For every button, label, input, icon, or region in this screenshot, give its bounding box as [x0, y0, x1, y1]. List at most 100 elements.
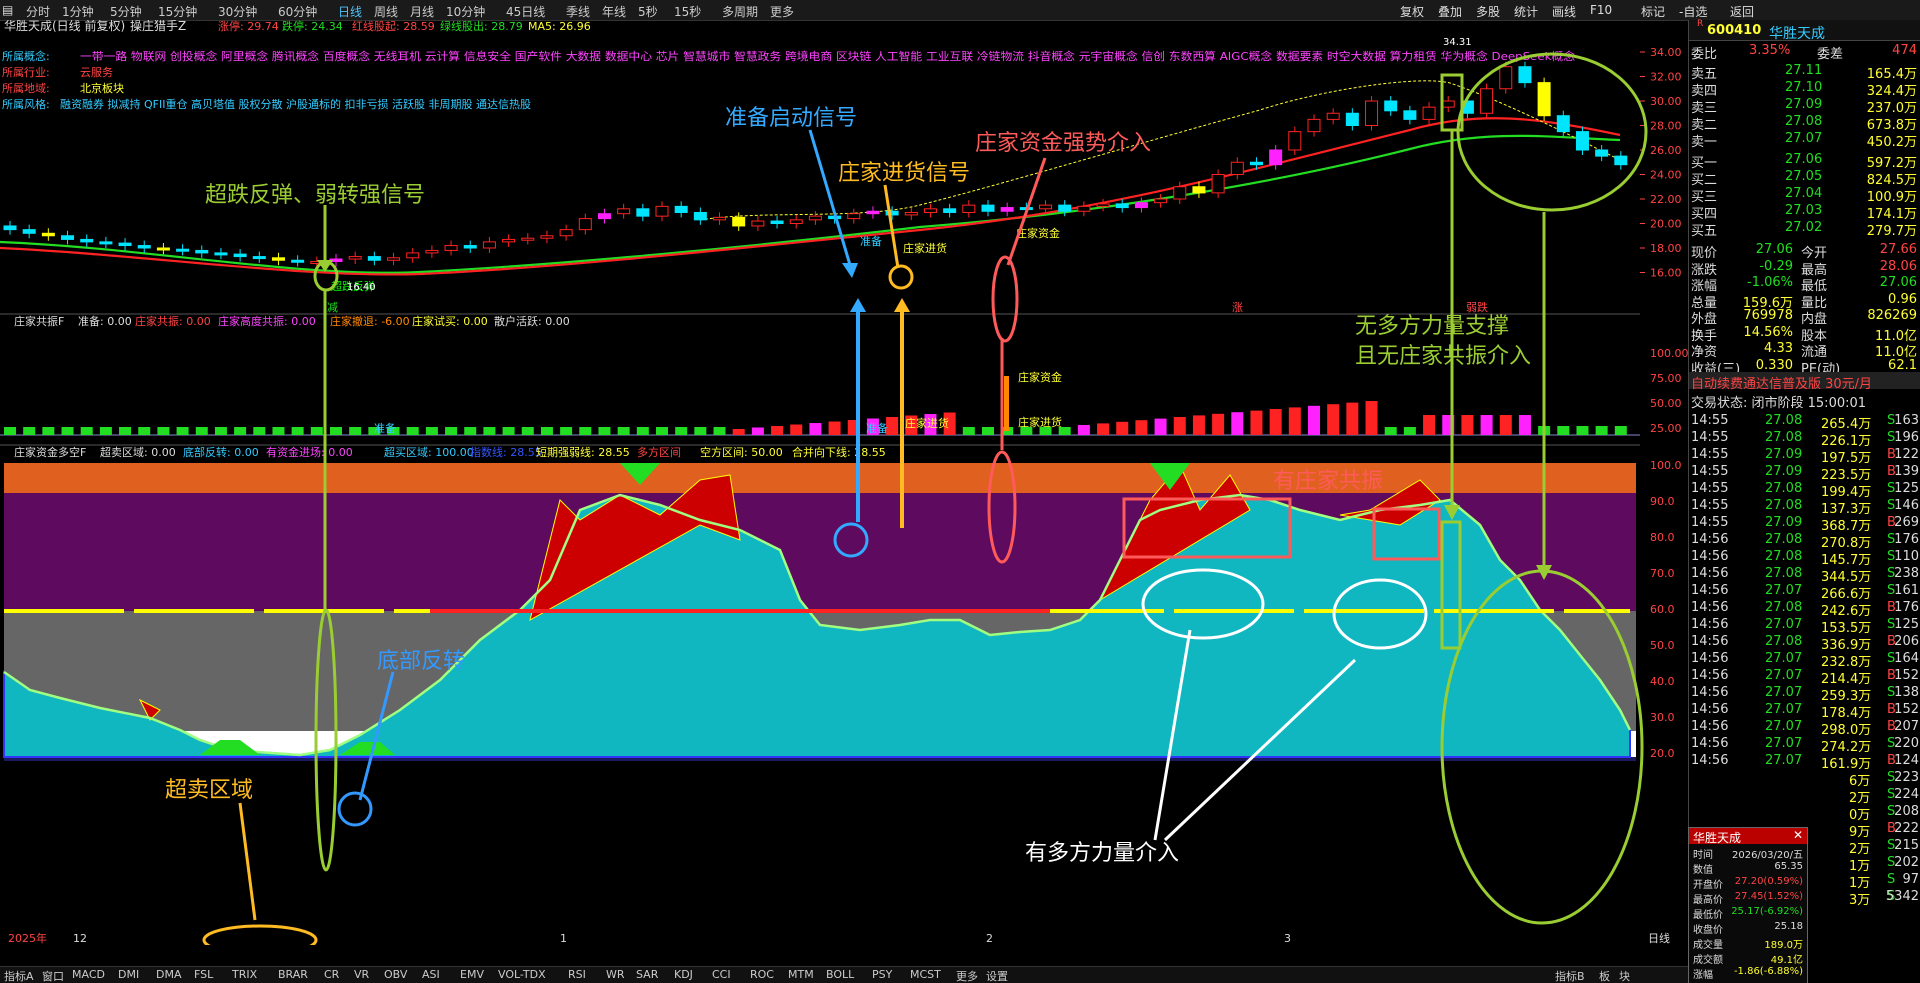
- sub2-tick: 70.0: [1650, 567, 1675, 580]
- indicator-tab-16[interactable]: SAR: [636, 968, 658, 981]
- sub1-prepare-mark: 准备: [374, 421, 396, 435]
- toolbar-btn-0[interactable]: 复权: [1400, 3, 1424, 20]
- close-icon[interactable]: ✕: [1793, 828, 1803, 842]
- tab-11[interactable]: 季线: [566, 3, 590, 20]
- tab-9[interactable]: 10分钟: [446, 3, 485, 20]
- indicator-tab-18[interactable]: CCI: [712, 968, 731, 981]
- tab-1[interactable]: 1分钟: [62, 3, 94, 20]
- sub1-bar: [61, 427, 74, 435]
- candle-body: [1230, 161, 1244, 175]
- chart-area[interactable]: 华胜天成(日线 前复权) 操庄猎手Z 涨停: 29.74 跌停: 24.34 红…: [0, 20, 1688, 945]
- toolbar-btn-5[interactable]: F10: [1590, 3, 1612, 17]
- indicator-tab-1[interactable]: 窗口: [42, 968, 64, 983]
- tab-14[interactable]: 15秒: [674, 3, 701, 20]
- price-tick: 26.00: [1650, 144, 1682, 157]
- candle-body: [578, 218, 592, 231]
- indicator-tab-23[interactable]: MCST: [910, 968, 941, 981]
- candle-body: [367, 256, 381, 261]
- sub1-bar: [617, 427, 630, 435]
- x-year: 2025年: [8, 931, 47, 945]
- indicator-tab-14[interactable]: RSI: [568, 968, 586, 981]
- indicator-tab-19[interactable]: ROC: [750, 968, 774, 981]
- tab-7[interactable]: 周线: [374, 3, 398, 20]
- indicator-tab-15[interactable]: WR: [606, 968, 625, 981]
- indicator-tab-22[interactable]: PSY: [872, 968, 892, 981]
- indicator-tab-21[interactable]: BOLL: [826, 968, 854, 981]
- tab-5[interactable]: 60分钟: [278, 3, 317, 20]
- ann5-top-ellipse: [1456, 52, 1648, 212]
- candle-body: [406, 252, 420, 259]
- ann3-arrow: [883, 184, 900, 269]
- indicator-tab-7[interactable]: BRAR: [278, 968, 308, 981]
- indicator-tab-3[interactable]: DMI: [118, 968, 139, 981]
- sub1-bar: [291, 427, 304, 435]
- indicator-tab-13[interactable]: VOL-TDX: [498, 968, 546, 981]
- tab-12[interactable]: 年线: [602, 3, 626, 20]
- indicator-tab-20[interactable]: MTM: [788, 968, 814, 981]
- tick-row: 14:56 27.07 274.2万 S 220: [1691, 736, 1919, 755]
- tick-row: 14:56 27.07 232.8万 S 164: [1691, 651, 1919, 670]
- candle-body: [1403, 110, 1417, 120]
- tab-4[interactable]: 30分钟: [218, 3, 257, 20]
- indicator-tab-5[interactable]: FSL: [194, 968, 213, 981]
- tab-16[interactable]: 更多: [770, 3, 794, 20]
- sub1-bar: [1135, 420, 1148, 435]
- indicator-tab-25[interactable]: 设置: [986, 968, 1008, 983]
- candle-body: [789, 219, 803, 224]
- indicator-tab-9[interactable]: VR: [354, 968, 369, 981]
- tick-row: 14:55 27.08 199.4万 S 125: [1691, 481, 1919, 500]
- tab-13[interactable]: 5秒: [638, 3, 658, 20]
- candle-body: [118, 242, 132, 247]
- menu-icon[interactable]: ▤: [2, 3, 13, 17]
- stat-row: 涨幅 -1.06% 最低 27.06: [1691, 275, 1917, 294]
- tab-0[interactable]: 分时: [26, 3, 50, 20]
- indicator-tab-4[interactable]: DMA: [156, 968, 182, 981]
- indicator-tab-6[interactable]: TRIX: [232, 968, 257, 981]
- popup-row: 最低价 25.17(-6.92%): [1693, 906, 1803, 921]
- tab-3[interactable]: 15分钟: [158, 3, 197, 20]
- sub1-resonance: 庄家共振: 0.00: [135, 314, 211, 328]
- concept-label: 所属概念:: [2, 49, 50, 63]
- toolbar-btn-6[interactable]: 标记: [1641, 3, 1665, 20]
- indicator-tab-0[interactable]: 指标A: [4, 968, 34, 983]
- toolbar-btn-7[interactable]: -自选: [1679, 3, 1707, 20]
- indicator-tab-10[interactable]: OBV: [384, 968, 407, 981]
- indicator-tab-11[interactable]: ASI: [422, 968, 440, 981]
- indicator-tab-12[interactable]: EMV: [460, 968, 484, 981]
- ad-banner[interactable]: 自动续费通达信普及版 30元/月: [1689, 372, 1920, 392]
- indicator-tab-24[interactable]: 更多: [956, 968, 978, 983]
- sub1-bar: [694, 427, 707, 435]
- indicator-tab-8[interactable]: CR: [324, 968, 339, 981]
- sub1-tick: 100.00: [1650, 347, 1688, 360]
- candle-body: [1288, 131, 1302, 151]
- concept-list: 一带一路 物联网 创投概念 阿里概念 腾讯概念 百度概念 无线耳机 云计算 信息…: [80, 49, 1575, 63]
- candle-body: [597, 213, 611, 220]
- tab-15[interactable]: 多周期: [722, 3, 758, 20]
- main-header: 华胜天成(日线 前复权) 操庄猎手Z 涨停: 29.74 跌停: 24.34 红…: [4, 20, 591, 33]
- tab-8[interactable]: 月线: [410, 3, 434, 20]
- sub2-header: 庄家资金多空F 超卖区域: 0.00 底部反转: 0.00 有资金进场: 0.0…: [14, 445, 886, 459]
- ann-strong-capital: 庄家资金强势介入: [975, 131, 1151, 156]
- popup-row: 最高价 27.45(1.52%): [1693, 891, 1803, 906]
- price-tick: 22.00: [1650, 193, 1682, 206]
- tab-10[interactable]: 45日线: [506, 3, 545, 20]
- toolbar-btn-1[interactable]: 叠加: [1438, 3, 1462, 20]
- indicator-b-tab-1[interactable]: 板: [1599, 968, 1610, 983]
- top-toolbar: 分时 1分钟 5分钟 15分钟 30分钟 60分钟 日线 周线 月线 10分钟 45日线 季线 年线 5秒…: [0, 0, 1920, 21]
- indicator-b-tab-2[interactable]: 块: [1619, 968, 1630, 983]
- tab-2[interactable]: 5分钟: [110, 3, 142, 20]
- sub2-bear-zone: 空方区间: 50.00: [700, 445, 783, 459]
- indicator-tab-17[interactable]: KDJ: [674, 968, 693, 981]
- toolbar-btn-2[interactable]: 多股: [1476, 3, 1500, 20]
- green-line-value: 绿线股出: 28.79: [440, 20, 523, 33]
- tick-tail-row: 2万 S 224: [1849, 787, 1919, 806]
- toolbar-btn-8[interactable]: 返回: [1730, 3, 1754, 20]
- indicator-tab-2[interactable]: MACD: [72, 968, 105, 981]
- toolbar-btn-3[interactable]: 统计: [1514, 3, 1538, 20]
- tab-6[interactable]: 日线: [338, 3, 362, 20]
- candle-body: [713, 216, 727, 221]
- indicator-b-tab-0[interactable]: 指标B: [1555, 968, 1585, 983]
- toolbar-btn-4[interactable]: 画线: [1552, 3, 1576, 20]
- price-tick: 30.00: [1650, 95, 1682, 108]
- sub1-bar: [1461, 415, 1474, 435]
